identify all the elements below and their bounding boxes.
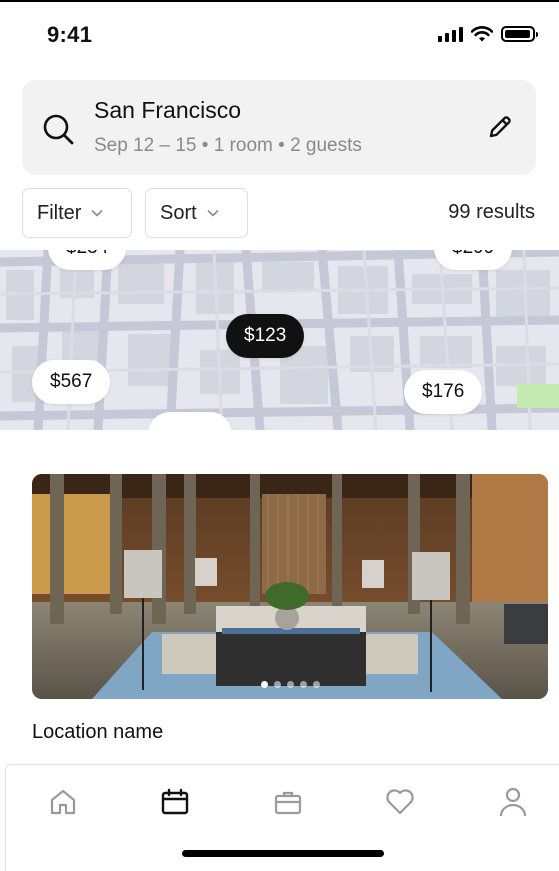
price-pin-label: $123 (244, 325, 287, 346)
filter-label: Filter (37, 201, 82, 224)
home-indicator[interactable] (182, 850, 384, 857)
park-area (517, 384, 559, 408)
price-pin-label: $567 (50, 371, 93, 392)
search-dates: Sep 12 – 15 (94, 135, 197, 156)
search-summary-card[interactable]: San Francisco Sep 12 – 15 • 1 room • 2 g… (22, 80, 536, 175)
hotel-lobby-image (32, 474, 548, 699)
price-pin[interactable]: $299 (434, 250, 513, 270)
search-rooms: 1 room (213, 135, 273, 156)
photo-pager[interactable] (32, 681, 548, 688)
briefcase-icon (274, 791, 302, 815)
listing-location-name: Location name (32, 721, 164, 739)
tab-profile[interactable] (496, 785, 530, 819)
battery-icon (501, 26, 538, 42)
results-count: 99 results (448, 201, 535, 223)
price-pin[interactable]: $176 (404, 370, 483, 414)
user-icon (499, 787, 527, 817)
filter-button[interactable]: Filter (22, 188, 132, 238)
status-icons (438, 26, 538, 42)
price-pin-label: $176 (422, 381, 465, 402)
price-pin-selected[interactable]: $123 (226, 314, 305, 358)
sort-button[interactable]: Sort (145, 188, 248, 238)
price-pin-label: $234 (66, 250, 108, 259)
wifi-icon (471, 26, 493, 42)
listing-photo[interactable] (32, 474, 548, 699)
tab-bookings[interactable] (158, 785, 192, 819)
chevron-down-icon (207, 209, 219, 217)
home-icon (50, 789, 76, 815)
pager-dot[interactable] (273, 681, 281, 688)
results-map[interactable]: $234 $299 $123 $567 $176 (0, 250, 559, 430)
tab-home[interactable] (46, 785, 80, 819)
price-pin[interactable] (148, 412, 232, 430)
price-pin-label: $299 (452, 250, 494, 259)
price-pin[interactable]: $234 (48, 250, 127, 270)
tab-saved[interactable] (383, 785, 417, 819)
battery-level (505, 30, 530, 38)
pager-dot[interactable] (312, 681, 320, 688)
search-city: San Francisco (94, 97, 242, 123)
pager-dot[interactable] (260, 681, 268, 688)
search-icon (43, 114, 74, 145)
tab-trips[interactable] (271, 785, 305, 819)
cellular-signal-icon (438, 26, 463, 42)
pencil-icon[interactable] (486, 113, 514, 141)
pager-dot[interactable] (286, 681, 294, 688)
search-details: Sep 12 – 15 • 1 room • 2 guests (94, 135, 362, 157)
status-bar: 9:41 (0, 0, 559, 70)
separator: • (278, 135, 285, 156)
pager-dot[interactable] (299, 681, 307, 688)
sort-label: Sort (160, 201, 197, 224)
chevron-down-icon (91, 209, 104, 217)
calendar-icon (161, 788, 189, 815)
heart-icon (386, 789, 414, 815)
status-time: 9:41 (47, 22, 93, 47)
price-pin[interactable]: $567 (32, 360, 111, 404)
search-guests: 2 guests (290, 135, 362, 156)
separator: • (201, 135, 209, 156)
